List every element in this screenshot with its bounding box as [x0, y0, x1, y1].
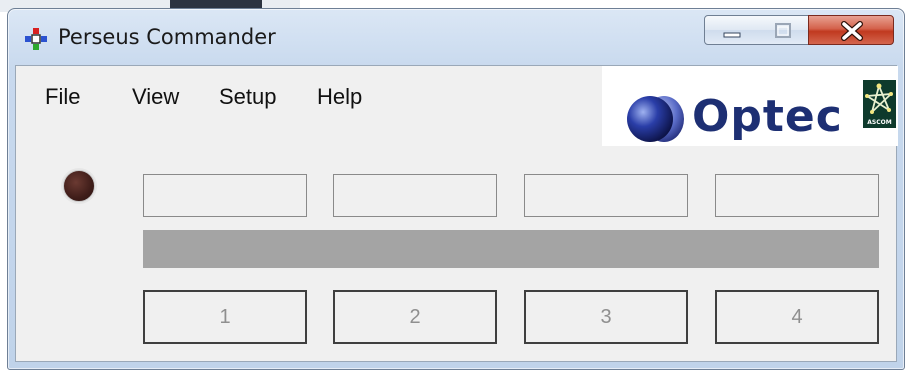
minimize-button[interactable] — [704, 15, 758, 45]
position-button-2[interactable]: 2 — [333, 290, 497, 344]
app-window: Perseus Commander File View Setup Help O… — [7, 8, 905, 370]
minimize-icon — [723, 32, 741, 38]
position-button-1[interactable]: 1 — [143, 290, 307, 344]
optec-logo-text: Optec — [692, 91, 843, 142]
display-field-2 — [333, 174, 497, 217]
close-icon — [841, 21, 863, 41]
progress-bar — [143, 230, 879, 268]
ascom-logo: ASCOM — [863, 80, 896, 128]
status-indicator — [63, 170, 95, 202]
menu-setup[interactable]: Setup — [219, 84, 277, 110]
position-button-3[interactable]: 3 — [524, 290, 688, 344]
display-field-3 — [524, 174, 688, 217]
ascom-star-icon — [865, 83, 893, 114]
logo-area: Optec ASCOM — [602, 66, 898, 146]
menu-file[interactable]: File — [45, 84, 80, 110]
maximize-icon — [775, 23, 791, 38]
display-field-4 — [715, 174, 879, 217]
window-title: Perseus Commander — [58, 25, 276, 49]
optec-sphere-icon — [627, 96, 684, 142]
ascom-label: ASCOM — [867, 119, 892, 126]
title-bar[interactable]: Perseus Commander — [8, 9, 904, 65]
close-button[interactable] — [808, 15, 894, 45]
menu-bar: File View Setup Help — [16, 66, 602, 128]
app-icon — [25, 28, 47, 50]
maximize-button[interactable] — [757, 15, 809, 45]
client-area: File View Setup Help Optec ASCOM 1 2 3 4 — [15, 65, 898, 362]
display-field-1 — [143, 174, 307, 217]
position-button-4[interactable]: 4 — [715, 290, 879, 344]
menu-view[interactable]: View — [132, 84, 179, 110]
menu-help[interactable]: Help — [317, 84, 362, 110]
